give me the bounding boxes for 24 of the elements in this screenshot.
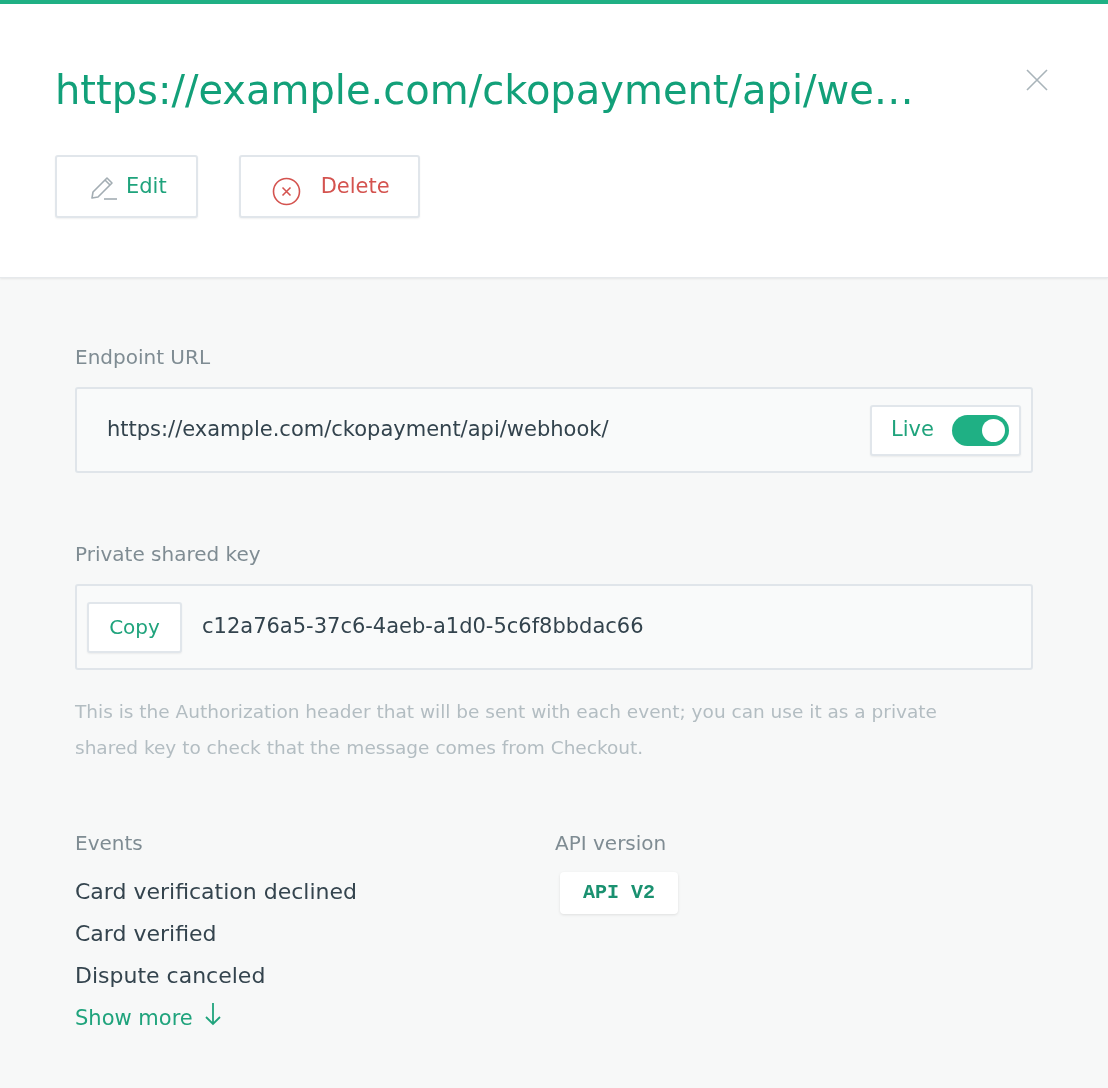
close-icon xyxy=(1026,69,1048,91)
field-label: Private shared key xyxy=(75,541,262,568)
close-button[interactable] xyxy=(1025,68,1049,92)
toggle-label: Live xyxy=(891,416,934,444)
show-more-link[interactable]: Show more xyxy=(75,997,221,1039)
key-value: c12a76a5-37c6-4aeb-a1d0-5c6f8bbdac66 xyxy=(202,613,644,641)
section-label: API version xyxy=(555,830,668,857)
key-field[interactable]: Copy c12a76a5-37c6-4aeb-a1d0-5c6f8bbdac66 xyxy=(75,584,1033,670)
delete-button[interactable]: Delete xyxy=(238,155,420,218)
event-item: Dispute canceled xyxy=(75,962,267,990)
live-toggle[interactable] xyxy=(952,414,1009,446)
field-label: Endpoint URL xyxy=(75,344,212,371)
event-item: Card verification declined xyxy=(75,878,358,906)
api-version-tag: API V2 xyxy=(560,872,678,914)
section-label: Events xyxy=(75,830,144,857)
copy-button[interactable]: Copy xyxy=(87,601,182,653)
url-value: https://example.com/ckopayment/api/webhook/ xyxy=(107,416,609,444)
event-item: Card verified xyxy=(75,920,218,948)
arrow-down-icon xyxy=(204,1002,221,1026)
url-field[interactable]: https://example.com/ckopayment/api/webhook/ Live xyxy=(75,387,1033,473)
edit-button[interactable]: Edit xyxy=(55,155,198,218)
circle-x-icon xyxy=(271,177,301,206)
page-title: https://example.com/ckopayment/api/we… xyxy=(55,66,914,114)
help-text: This is the Authorization header that will be sent with each event; you can use it as a private shared key to check that the message comes from Checkout. xyxy=(75,700,938,760)
